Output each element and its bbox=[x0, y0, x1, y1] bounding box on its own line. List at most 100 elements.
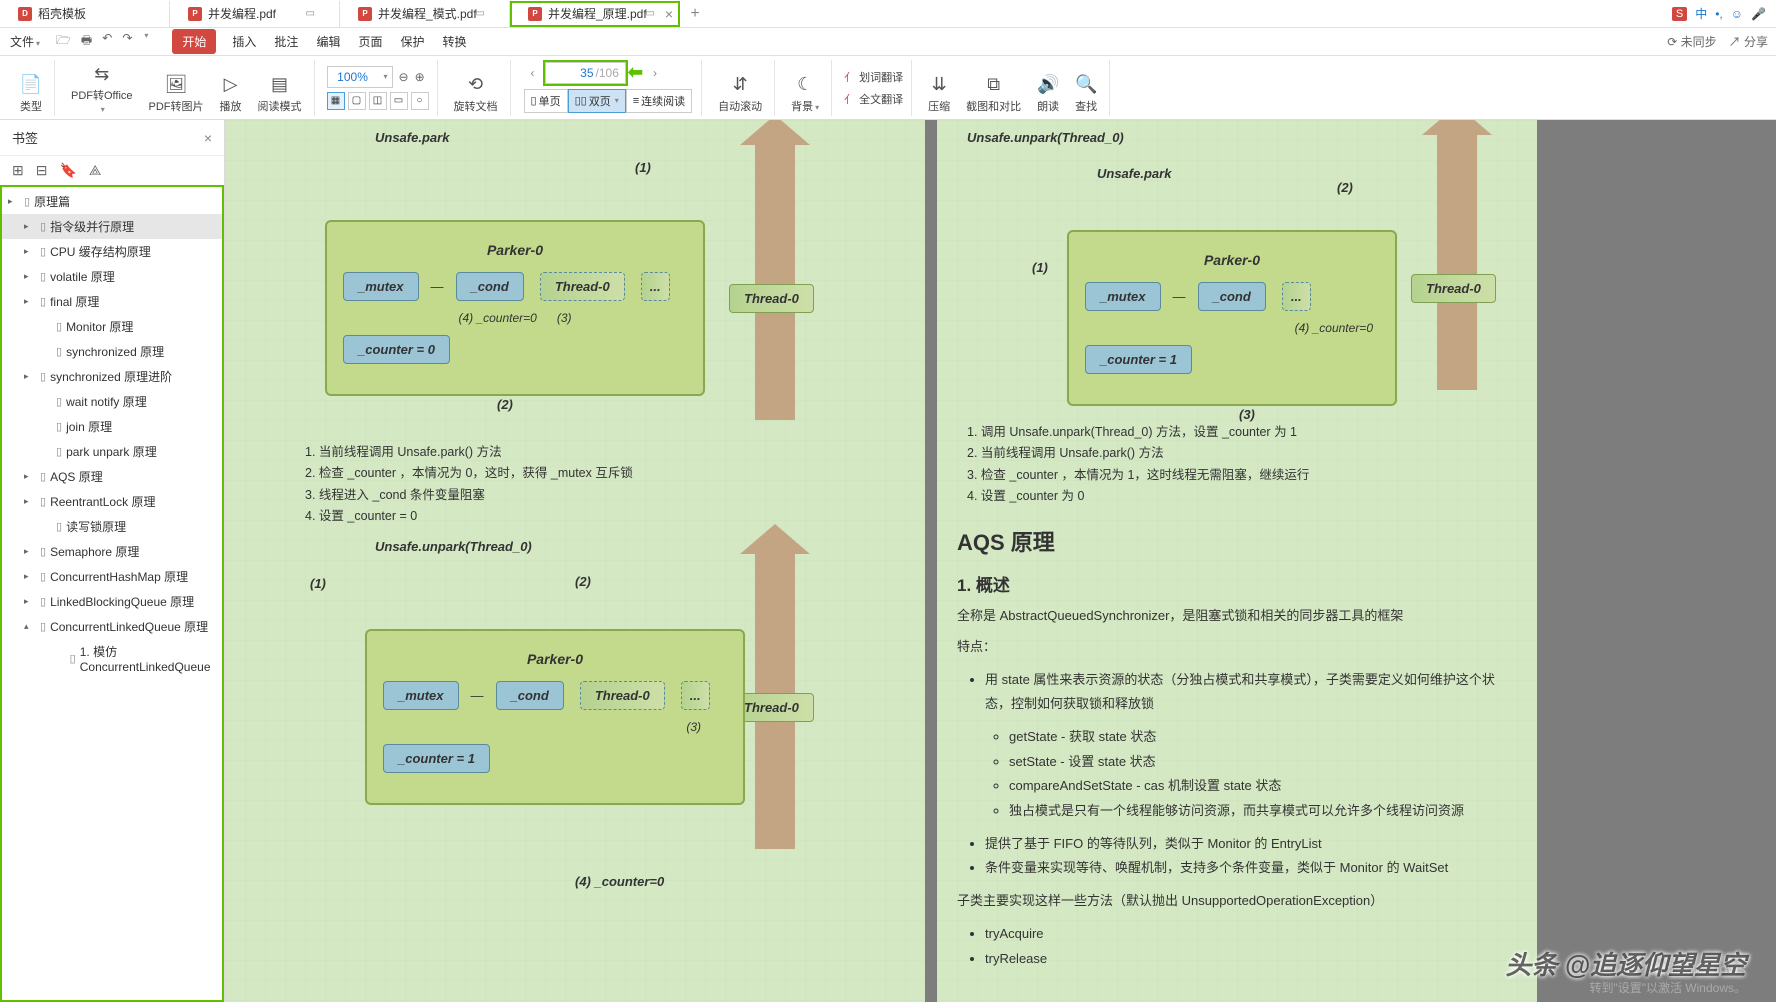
bookmark-item[interactable]: ▸▯原理篇 bbox=[0, 189, 224, 214]
fit-width-icon[interactable]: ▦ bbox=[327, 92, 345, 110]
print-icon[interactable]: 🖶 bbox=[81, 31, 92, 52]
read-aloud-button[interactable]: 🔊朗读 bbox=[1033, 64, 1063, 116]
pdf-type-button[interactable]: 📄类型 bbox=[16, 64, 46, 116]
menu-convert[interactable]: 转换 bbox=[440, 29, 468, 54]
bookmark-item[interactable]: ▸▯AQS 原理 bbox=[0, 464, 224, 489]
zoom-input[interactable]: 100%▾ bbox=[327, 66, 393, 88]
overview-para: 全称是 AbstractQueuedSynchronizer，是阻塞式锁和相关的… bbox=[957, 606, 1517, 627]
document-viewport[interactable]: Unsafe.park Thread-0 (1) Parker-0 _mutex… bbox=[225, 120, 1776, 1002]
menu-start[interactable]: 开始 bbox=[172, 29, 216, 54]
tab-pdf-3[interactable]: P并发编程_原理.pdf▭× bbox=[510, 1, 680, 27]
read-mode-button[interactable]: ▤阅读模式 bbox=[254, 64, 306, 116]
bookmark-item[interactable]: ▸▯Semaphore 原理 bbox=[0, 539, 224, 564]
full-translate-button[interactable]: ⺅全文翻译 bbox=[844, 91, 903, 107]
prev-page-button[interactable]: ‹ bbox=[523, 66, 543, 80]
tab-daoke[interactable]: D稻壳模板 bbox=[0, 1, 170, 27]
file-menu[interactable]: 文件▾ bbox=[8, 29, 42, 54]
bookmark-item[interactable]: ▸▯ReentrantLock 原理 bbox=[0, 489, 224, 514]
bookmark-item[interactable]: ▸▯CPU 缓存结构原理 bbox=[0, 239, 224, 264]
bookmark-item[interactable]: ▴▯ConcurrentLinkedQueue 原理 bbox=[0, 614, 224, 639]
ime-lang[interactable]: 中 bbox=[1695, 5, 1707, 22]
add-bookmark-icon[interactable]: ⊞ bbox=[12, 162, 24, 179]
tab-menu-icon[interactable]: ▭ bbox=[476, 8, 485, 19]
chevron-icon[interactable]: ▸ bbox=[24, 371, 36, 382]
background-button[interactable]: ☾背景▾ bbox=[787, 64, 823, 116]
chevron-icon[interactable]: ▸ bbox=[24, 571, 36, 582]
close-icon[interactable]: × bbox=[665, 6, 673, 22]
bookmark-item[interactable]: ▸▯指令级并行原理 bbox=[0, 214, 224, 239]
ime-badge[interactable]: S bbox=[1672, 7, 1687, 21]
chevron-icon[interactable]: ▸ bbox=[24, 246, 36, 257]
pdf-to-office-button[interactable]: ⇆PDF转Office▾ bbox=[67, 64, 137, 116]
actual-size-icon[interactable]: ◫ bbox=[369, 92, 387, 110]
chevron-icon[interactable]: ▸ bbox=[24, 496, 36, 507]
share-button[interactable]: ↗ 分享 bbox=[1729, 33, 1768, 50]
word-translate-button[interactable]: ⺅划词翻译 bbox=[844, 69, 903, 85]
sync-status[interactable]: ⟳ 未同步 bbox=[1667, 33, 1716, 50]
bookmark-item[interactable]: ▯join 原理 bbox=[0, 414, 224, 439]
chevron-icon[interactable]: ▸ bbox=[24, 546, 36, 557]
bookmark-item[interactable]: ▯park unpark 原理 bbox=[0, 439, 224, 464]
close-icon[interactable]: × bbox=[204, 130, 212, 146]
bookmark-item[interactable]: ▸▯synchronized 原理进阶 bbox=[0, 364, 224, 389]
menu-edit[interactable]: 编辑 bbox=[314, 29, 342, 54]
chevron-icon[interactable]: ▸ bbox=[24, 296, 36, 307]
chevron-icon[interactable]: ▸ bbox=[24, 271, 36, 282]
compress-button[interactable]: ⇊压缩 bbox=[924, 64, 954, 116]
tab-pdf-2[interactable]: P并发编程_模式.pdf▭ bbox=[340, 1, 510, 27]
bookmark-item[interactable]: ▸▯ConcurrentHashMap 原理 bbox=[0, 564, 224, 589]
redo-icon[interactable]: ↷ bbox=[122, 31, 132, 52]
open-icon[interactable]: 🗁 bbox=[56, 31, 71, 52]
chevron-icon[interactable]: ▸ bbox=[24, 596, 36, 607]
qat-dropdown-icon[interactable]: ▾ bbox=[144, 31, 148, 52]
bookmark-item[interactable]: ▯Monitor 原理 bbox=[0, 314, 224, 339]
bookmark-item[interactable]: ▯synchronized 原理 bbox=[0, 339, 224, 364]
bookmark-page-icon: ▯ bbox=[70, 652, 76, 665]
bookmark-item[interactable]: ▸▯final 原理 bbox=[0, 289, 224, 314]
bookmark-outline-icon[interactable]: ⟁ bbox=[89, 162, 102, 179]
tab-menu-icon[interactable]: ▭ bbox=[306, 8, 315, 19]
menu-annotate[interactable]: 批注 bbox=[272, 29, 300, 54]
tab-menu-icon[interactable]: ▭ bbox=[646, 8, 655, 19]
page-input[interactable]: 35/106 bbox=[545, 62, 626, 84]
chevron-icon[interactable]: ▸ bbox=[24, 471, 36, 482]
ime-punct-icon[interactable]: •, bbox=[1715, 7, 1723, 21]
ime-smile-icon[interactable]: ☺ bbox=[1731, 7, 1743, 21]
screenshot-compare-button[interactable]: ⧉截图和对比 bbox=[962, 64, 1025, 116]
chevron-icon[interactable]: ▴ bbox=[24, 621, 36, 632]
continuous-button[interactable]: ≡ 连续阅读 bbox=[626, 89, 692, 113]
expand-all-icon[interactable]: ⊟ bbox=[36, 162, 48, 179]
bookmark-item[interactable]: ▸▯LinkedBlockingQueue 原理 bbox=[0, 589, 224, 614]
menu-protect[interactable]: 保护 bbox=[398, 29, 426, 54]
play-button[interactable]: ▷播放 bbox=[216, 64, 246, 116]
bookmark-item[interactable]: ▸▯volatile 原理 bbox=[0, 264, 224, 289]
bookmark-item[interactable]: ▯wait notify 原理 bbox=[0, 389, 224, 414]
menu-insert[interactable]: 插入 bbox=[230, 29, 258, 54]
zoom-out-icon[interactable]: ⊖ bbox=[399, 70, 409, 84]
ime-mic-icon[interactable]: 🎤 bbox=[1751, 7, 1766, 21]
bookmark-label: 指令级并行原理 bbox=[50, 218, 134, 235]
find-button[interactable]: 🔍查找 bbox=[1071, 64, 1101, 116]
bookmark-page-icon: ▯ bbox=[56, 345, 62, 358]
zoom-in-icon[interactable]: ⊕ bbox=[415, 70, 425, 84]
chevron-icon[interactable]: ▸ bbox=[8, 196, 20, 207]
add-tab-button[interactable]: + bbox=[680, 5, 710, 23]
bookmark-item[interactable]: ▯1. 模仿 ConcurrentLinkedQueue bbox=[0, 639, 224, 678]
pdf-to-image-button[interactable]: 🖼PDF转图片 bbox=[145, 64, 208, 116]
fit-page-icon[interactable]: ▢ bbox=[348, 92, 366, 110]
menu-page[interactable]: 页面 bbox=[356, 29, 384, 54]
auto-scroll-button[interactable]: ⇵自动滚动 bbox=[714, 64, 766, 116]
bookmark-tree[interactable]: ▸▯原理篇▸▯指令级并行原理▸▯CPU 缓存结构原理▸▯volatile 原理▸… bbox=[0, 185, 224, 1002]
view-mode-5-icon[interactable]: ○ bbox=[411, 92, 429, 110]
double-page-button[interactable]: ▯▯ 双页▾ bbox=[568, 89, 626, 113]
undo-icon[interactable]: ↶ bbox=[102, 31, 112, 52]
next-page-button[interactable]: › bbox=[645, 66, 665, 80]
bookmark-label: Semaphore 原理 bbox=[50, 543, 139, 560]
fit-visible-icon[interactable]: ▭ bbox=[390, 92, 408, 110]
tab-pdf-1[interactable]: P并发编程.pdf▭ bbox=[170, 1, 340, 27]
single-page-button[interactable]: ▯ 单页 bbox=[524, 89, 568, 113]
bookmark-icon[interactable]: 🔖 bbox=[59, 162, 76, 179]
bookmark-item[interactable]: ▯读写锁原理 bbox=[0, 514, 224, 539]
rotate-button[interactable]: ⟲旋转文档 bbox=[450, 64, 502, 116]
chevron-icon[interactable]: ▸ bbox=[24, 221, 36, 232]
